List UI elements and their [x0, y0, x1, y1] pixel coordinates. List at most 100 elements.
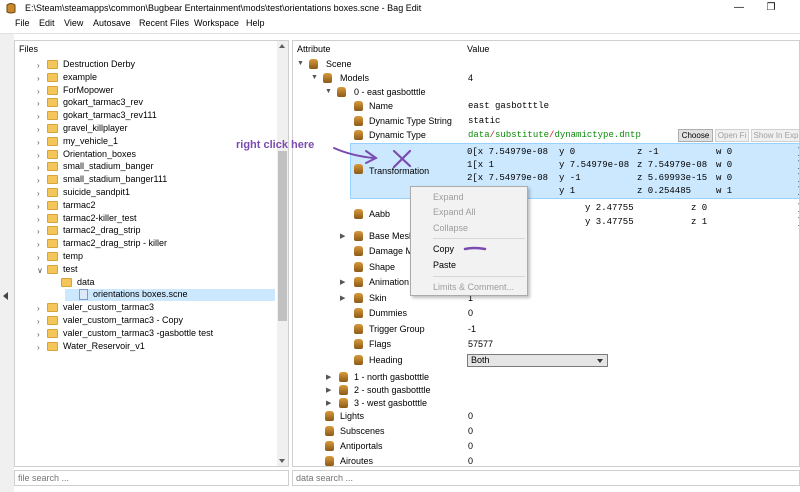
show-in-explorer-button[interactable]: Show In Exp [751, 129, 799, 142]
attr-row-skin[interactable]: ▶ Skin 1 [293, 291, 799, 306]
dummies-value[interactable]: 0 [468, 308, 473, 318]
dynamic-type-string-value[interactable]: static [468, 116, 500, 126]
chevron-down-icon[interactable]: ∨ [37, 266, 43, 275]
file-tree-item[interactable]: › valer_custom_tarmac3 - Copy [17, 315, 275, 327]
scroll-up-icon[interactable] [279, 44, 285, 48]
collapse-left-icon[interactable] [3, 292, 8, 300]
chevron-right-icon[interactable]: › [37, 138, 40, 147]
menu-view[interactable]: View [64, 18, 83, 28]
attr-row-dummies[interactable]: Dummies 0 [293, 306, 799, 321]
chevron-right-icon[interactable]: › [37, 330, 40, 339]
tree-row-model-0[interactable]: ▼ 0 - east gasbotttle [293, 85, 799, 100]
chevron-right-icon[interactable]: › [37, 87, 40, 96]
airoutes-value[interactable]: 0 [468, 456, 473, 466]
chevron-right-icon[interactable]: › [37, 112, 40, 121]
open-file-button[interactable]: Open Fi [715, 129, 749, 142]
data-search-input[interactable] [293, 471, 799, 485]
file-tree-item[interactable]: › temp [17, 251, 275, 263]
chevron-right-icon[interactable]: › [37, 99, 40, 108]
name-value[interactable]: east gasbotttle [468, 101, 549, 111]
tree-row-models[interactable]: ▼ Models 4 [293, 71, 799, 86]
scroll-down-icon[interactable] [279, 459, 285, 463]
file-search-input[interactable] [15, 471, 288, 485]
trigger-group-value[interactable]: -1 [468, 324, 476, 334]
attribute-column-header[interactable]: Attribute [297, 44, 331, 54]
chevron-right-icon[interactable]: › [37, 343, 40, 352]
chevron-right-icon[interactable]: › [37, 151, 40, 160]
file-tree-item[interactable]: › Destruction Derby [17, 59, 275, 71]
chevron-right-icon[interactable]: › [37, 189, 40, 198]
chevron-right-icon[interactable]: › [37, 227, 40, 236]
file-tree-item[interactable]: › small_stadium_banger [17, 161, 275, 173]
file-tree-item[interactable]: › valer_custom_tarmac3 -gasbottle test [17, 328, 275, 340]
tree-row-scene[interactable]: ▼ Scene [293, 57, 799, 72]
file-tree-item[interactable]: › tarmac2_drag_strip [17, 225, 275, 237]
expand-chevron-icon[interactable]: ▶ [340, 294, 345, 302]
file-tree-item[interactable]: › suicide_sandpit1 [17, 187, 275, 199]
scroll-thumb[interactable] [278, 151, 287, 321]
chevron-right-icon[interactable]: › [37, 215, 40, 224]
file-tree-item[interactable]: › tarmac2-killer_test [17, 213, 275, 225]
collapse-chevron-icon[interactable]: ▼ [311, 74, 318, 81]
file-tree-item[interactable]: › small_stadium_banger111 [17, 174, 275, 186]
chevron-right-icon[interactable]: › [37, 253, 40, 262]
menu-help[interactable]: Help [246, 18, 265, 28]
chevron-right-icon[interactable]: › [37, 125, 40, 134]
file-search[interactable] [14, 470, 289, 486]
file-tree-item-selected[interactable]: orientations boxes.scne [65, 289, 275, 301]
file-tree-item[interactable]: ∨ test [17, 264, 275, 276]
attr-row-antiportals[interactable]: Antiportals 0 [293, 439, 799, 454]
lights-value[interactable]: 0 [468, 411, 473, 421]
attr-row-flags[interactable]: Flags 57577 [293, 337, 799, 352]
chevron-right-icon[interactable]: › [37, 74, 40, 83]
attr-row-subscenes[interactable]: Subscenes 0 [293, 424, 799, 439]
data-search[interactable] [292, 470, 800, 486]
file-tree-item[interactable]: › gokart_tarmac3_rev [17, 97, 275, 109]
flags-value[interactable]: 57577 [468, 339, 493, 349]
choose-button[interactable]: Choose [678, 129, 713, 142]
attr-row-name[interactable]: Name east gasbotttle [293, 99, 799, 114]
files-scrollbar[interactable] [277, 41, 288, 466]
file-tree-item[interactable]: › example [17, 72, 275, 84]
context-limits-comment[interactable]: Limits & Comment... [433, 282, 514, 292]
chevron-right-icon[interactable]: › [37, 202, 40, 211]
file-tree-item[interactable]: data [17, 277, 275, 289]
file-tree-item[interactable]: › Water_Reservoir_v1 [17, 341, 275, 353]
chevron-right-icon[interactable]: › [37, 317, 40, 326]
file-tree-item[interactable]: › gokart_tarmac3_rev111 [17, 110, 275, 122]
value-column-header[interactable]: Value [467, 44, 489, 54]
minimize-button[interactable]: — [725, 1, 753, 15]
collapse-strip[interactable] [0, 34, 14, 492]
expand-chevron-icon[interactable]: ▶ [340, 278, 345, 286]
expand-chevron-icon[interactable]: ▶ [326, 386, 331, 394]
collapse-chevron-icon[interactable]: ▼ [325, 88, 332, 95]
file-tree-item[interactable]: › valer_custom_tarmac3 [17, 302, 275, 314]
dynamic-type-path[interactable]: data/substitute/dynamictype.dntp [468, 130, 641, 140]
chevron-right-icon[interactable]: › [37, 240, 40, 249]
file-tree-item[interactable]: › gravel_killplayer [17, 123, 275, 135]
chevron-down-icon[interactable] [597, 359, 603, 363]
antiportals-value[interactable]: 0 [468, 441, 473, 451]
collapse-chevron-icon[interactable]: ▼ [297, 60, 304, 67]
expand-chevron-icon[interactable]: ▶ [326, 399, 331, 407]
maximize-button[interactable]: ❐ [757, 1, 785, 15]
menu-edit[interactable]: Edit [39, 18, 55, 28]
attr-row-lights[interactable]: Lights 0 [293, 409, 799, 424]
subscenes-value[interactable]: 0 [468, 426, 473, 436]
chevron-right-icon[interactable]: › [37, 163, 40, 172]
file-tree-item[interactable]: › ForMopower [17, 85, 275, 97]
menu-workspace[interactable]: Workspace [194, 18, 239, 28]
attr-row-dynamic-type-string[interactable]: Dynamic Type String static [293, 114, 799, 129]
attr-row-trigger-group[interactable]: Trigger Group -1 [293, 322, 799, 337]
attr-row-animation[interactable]: ▶ Animation [293, 275, 799, 290]
file-tree-item[interactable]: › tarmac2 [17, 200, 275, 212]
attr-row-heading[interactable]: Heading Both [293, 353, 799, 368]
heading-select[interactable]: Both [467, 354, 608, 367]
expand-chevron-icon[interactable]: ▶ [326, 373, 331, 381]
chevron-right-icon[interactable]: › [37, 176, 40, 185]
chevron-right-icon[interactable]: › [37, 304, 40, 313]
file-tree-item[interactable]: › tarmac2_drag_strip - killer [17, 238, 275, 250]
chevron-right-icon[interactable]: › [37, 61, 40, 70]
menu-file[interactable]: File [15, 18, 30, 28]
menu-recent-files[interactable]: Recent Files [139, 18, 189, 28]
